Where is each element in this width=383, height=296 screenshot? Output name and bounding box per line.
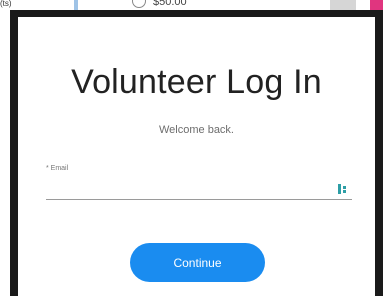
background-price-label: $50.00 xyxy=(153,0,187,8)
background-radio-button[interactable] xyxy=(132,0,146,8)
login-modal: Volunteer Log In Welcome back. * Email C… xyxy=(18,17,375,296)
email-field-label: * Email xyxy=(46,165,69,172)
email-field[interactable] xyxy=(46,175,352,200)
background-left-text: (ts) xyxy=(0,0,12,8)
welcome-text: Welcome back. xyxy=(159,124,234,136)
password-manager-icon[interactable] xyxy=(338,184,346,194)
screen: (ts) $50.00 Volunteer Log In Welcome bac… xyxy=(0,0,383,296)
continue-button[interactable]: Continue xyxy=(130,243,265,282)
modal-title: Volunteer Log In xyxy=(71,63,322,101)
